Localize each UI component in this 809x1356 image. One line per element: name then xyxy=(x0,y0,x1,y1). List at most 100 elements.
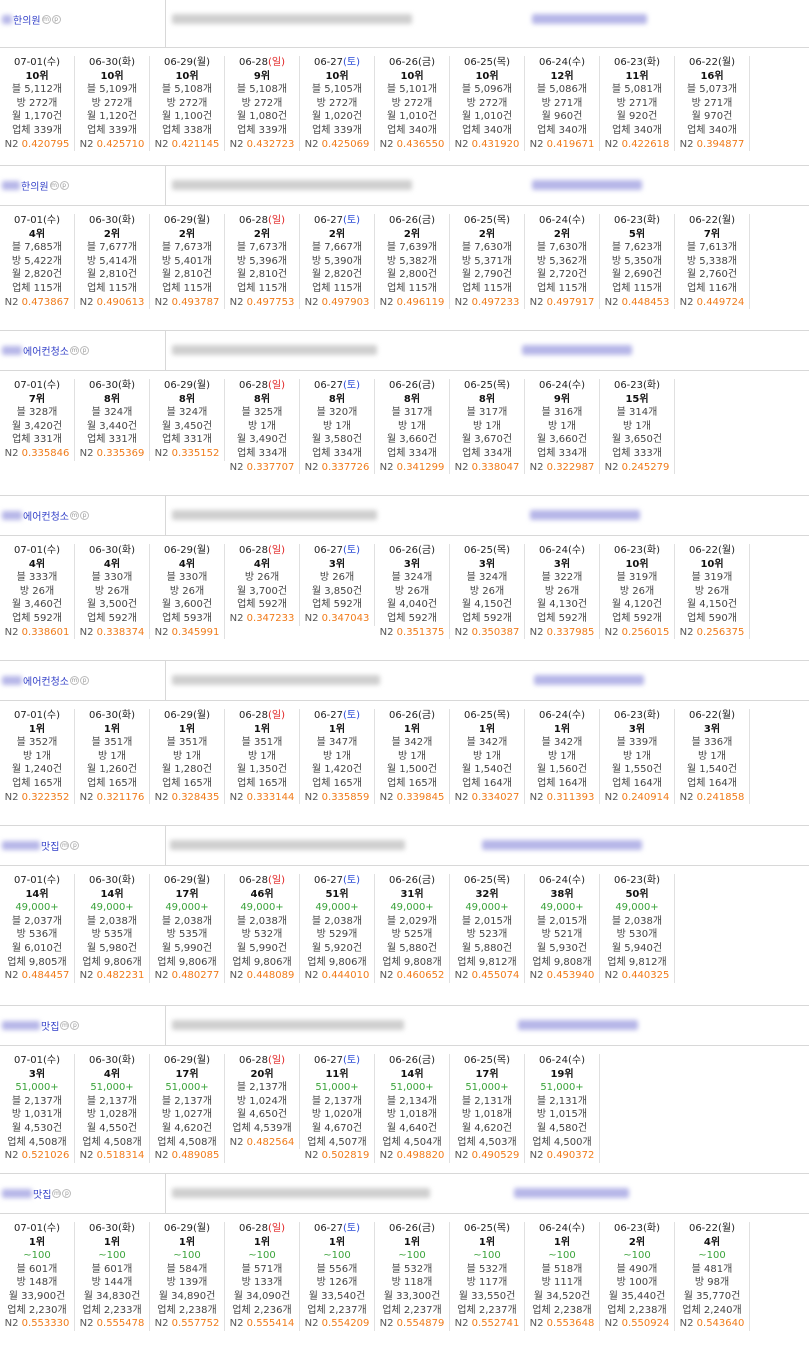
n2-value: 0.394877 xyxy=(696,138,745,150)
pc-icon[interactable]: p xyxy=(70,1021,80,1030)
rank-label: 46위 xyxy=(250,888,274,900)
day-cell: 06-24(수) 3위 블 322개 방 26개 월 4,130건 업체 592개 N2 0… xyxy=(525,544,600,640)
rank-label: 8위 xyxy=(178,393,196,405)
n2-value: 0.334027 xyxy=(471,791,520,803)
n2-score: N2 0.440325 xyxy=(604,970,670,982)
stat-line: 블 342개 xyxy=(391,737,433,749)
stat-line: 방 271개 xyxy=(616,97,658,109)
stat-line: 블 556개 xyxy=(316,1263,358,1275)
stat-line: 블 339개 xyxy=(616,737,658,749)
mobile-icon[interactable]: m xyxy=(60,841,70,850)
n2-value: 0.338374 xyxy=(96,626,145,638)
stat-line: 업체 115개 xyxy=(462,282,512,294)
n2-score: N2 0.554209 xyxy=(304,1318,370,1330)
rank-label: 10위 xyxy=(475,70,499,82)
stat-line: 월 1,540건 xyxy=(686,764,738,776)
stat-line: 월 3,460건 xyxy=(11,599,63,611)
stat-line: 업체 339개 xyxy=(87,124,137,136)
rank-label: 4위 xyxy=(103,1068,121,1080)
stat-line: 방 26개 xyxy=(469,585,505,597)
pc-icon[interactable]: p xyxy=(59,181,69,190)
stat-line: 월 4,150건 xyxy=(461,599,513,611)
stat-line: 월 4,670건 xyxy=(311,1122,363,1134)
weekday-label: (토) xyxy=(343,1055,361,1066)
weekday-label: (월) xyxy=(193,1223,211,1234)
n2-score: N2 0.482231 xyxy=(79,970,145,982)
rank-label: 2위 xyxy=(478,228,496,240)
n2-score: N2 0.335152 xyxy=(154,447,220,459)
stat-line: 방 272개 xyxy=(91,97,133,109)
keyword-title[interactable]: 에어컨청소 m p xyxy=(2,673,89,688)
keyword-title[interactable]: 맛집 m p xyxy=(2,1186,72,1201)
mobile-icon[interactable]: m xyxy=(52,1189,62,1198)
stat-line: 블 2,038개 xyxy=(236,915,288,927)
n2-score: N2 0.497903 xyxy=(304,296,370,308)
n2-value: 0.440325 xyxy=(621,970,670,982)
header-divider xyxy=(165,826,166,865)
n2-value: 0.436550 xyxy=(396,138,445,150)
stat-line: 방 5,362개 xyxy=(536,255,588,267)
weekday-label: (화) xyxy=(118,875,136,886)
stat-line: 업체 9,808개 xyxy=(532,956,592,968)
day-cell: 06-28(일) 46위 49,000+ 블 2,038개 방 532개 월 5,990건… xyxy=(225,874,300,983)
weekday-label: (일) xyxy=(268,1223,286,1234)
keyword-title[interactable]: 에어컨청소 m p xyxy=(2,508,89,523)
stat-line: 방 5,390개 xyxy=(311,255,363,267)
pc-icon[interactable]: p xyxy=(62,1189,72,1198)
ranking-list: 한의원 m p 07-01(수) 10위 블 5,112개 방 272개 월 1,170건 업체… xyxy=(0,0,809,1349)
mobile-icon[interactable]: m xyxy=(41,15,51,24)
mobile-icon[interactable]: m xyxy=(70,676,79,685)
keyword-title[interactable]: 에어컨청소 m p xyxy=(2,343,89,358)
rank-label: 2위 xyxy=(253,228,271,240)
keyword-title[interactable]: 맛집 m p xyxy=(2,1018,80,1033)
n2-value: 0.322987 xyxy=(546,461,595,473)
date-label: 06-25(목) xyxy=(463,1223,511,1234)
pc-icon[interactable]: p xyxy=(51,15,61,24)
weekday-label: (토) xyxy=(343,545,361,556)
stat-line: 방 1개 xyxy=(23,750,51,762)
stat-line: 업체 9,806개 xyxy=(232,956,292,968)
n2-score: N2 0.553648 xyxy=(529,1318,595,1330)
stat-line: 방 118개 xyxy=(391,1277,433,1289)
pc-icon[interactable]: p xyxy=(80,676,89,685)
day-cell: 07-01(수) 4위 블 7,685개 방 5,422개 월 2,820건 업체 115… xyxy=(0,214,75,310)
stat-line: 블 490개 xyxy=(616,1263,658,1275)
n2-score: N2 0.256015 xyxy=(604,626,670,638)
day-cell: 06-22(월) 10위 블 319개 방 26개 월 4,150건 업체 590개 N2 … xyxy=(675,544,750,640)
stat-line: 방 144개 xyxy=(91,1277,133,1289)
n2-value: 0.550924 xyxy=(621,1318,670,1330)
n2-score: N2 0.256375 xyxy=(679,626,745,638)
date-label: 06-24(수) xyxy=(538,1223,586,1234)
keyword-title[interactable]: 맛집 m p xyxy=(2,838,80,853)
date-label: 06-29(월) xyxy=(163,380,211,391)
stat-line: 업체 116개 xyxy=(687,282,737,294)
mobile-icon[interactable]: m xyxy=(70,346,79,355)
pc-icon[interactable]: p xyxy=(80,346,89,355)
rank-label: 32위 xyxy=(475,888,499,900)
mobile-icon[interactable]: m xyxy=(70,511,79,520)
stat-line: 업체 165개 xyxy=(12,777,62,789)
weekday-label: (수) xyxy=(43,1223,61,1234)
weekday-label: (화) xyxy=(643,380,661,391)
day-cell: 06-29(월) 2위 블 7,673개 방 5,401개 월 2,810건 업체 115… xyxy=(150,214,225,310)
pc-icon[interactable]: p xyxy=(80,511,89,520)
n2-value: 0.335152 xyxy=(171,447,220,459)
weekday-label: (금) xyxy=(418,1223,436,1234)
weekday-label: (일) xyxy=(268,57,286,68)
stat-line: 월 970건 xyxy=(691,111,733,123)
mobile-icon[interactable]: m xyxy=(60,1021,70,1030)
stat-line: 월 5,930건 xyxy=(536,942,588,954)
keyword-title[interactable]: 한의원 m p xyxy=(2,178,69,193)
n2-value: 0.521026 xyxy=(21,1150,70,1162)
pc-icon[interactable]: p xyxy=(70,841,80,850)
weekday-label: (수) xyxy=(568,57,586,68)
weekday-label: (월) xyxy=(193,1055,211,1066)
weekday-label: (일) xyxy=(268,380,286,391)
stat-line: 방 272개 xyxy=(16,97,58,109)
n2-value: 0.552741 xyxy=(471,1318,520,1330)
redacted-keyword xyxy=(2,346,22,355)
stat-line: 방 148개 xyxy=(16,1277,58,1289)
stat-line: 블 7,613개 xyxy=(686,242,738,254)
mobile-icon[interactable]: m xyxy=(49,181,59,190)
keyword-title[interactable]: 한의원 m p xyxy=(2,12,61,27)
